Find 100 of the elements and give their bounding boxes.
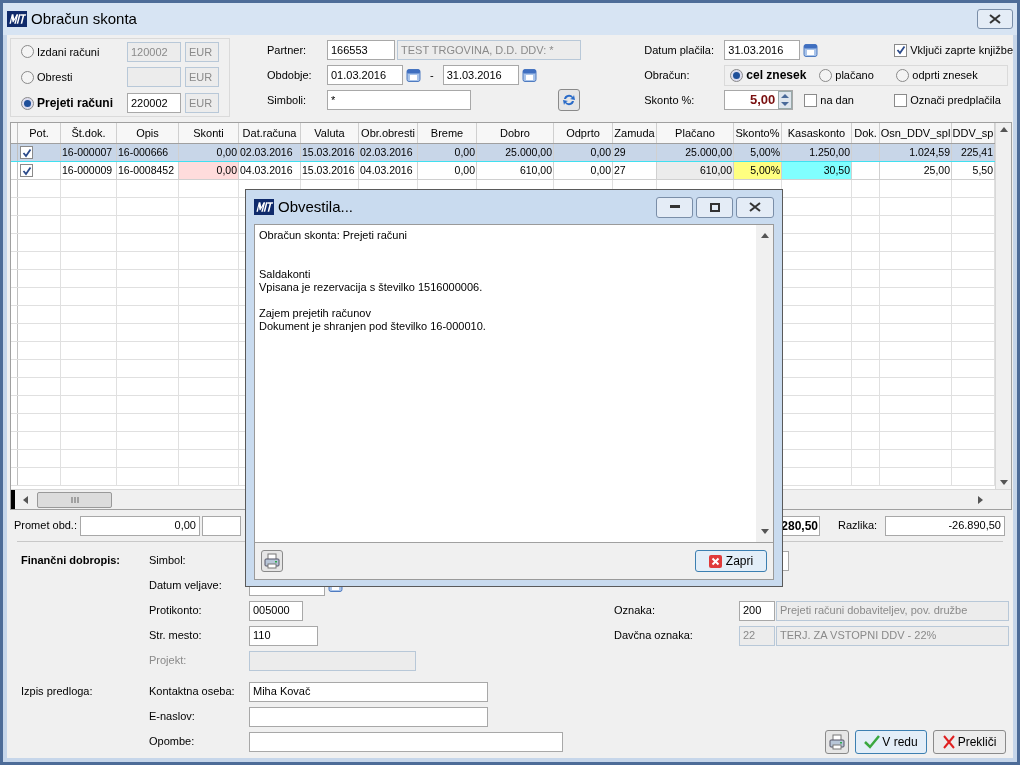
- field-label: Projekt:: [148, 653, 188, 669]
- table-cell: 29: [613, 144, 657, 161]
- partner-code-field[interactable]: 166553: [327, 40, 395, 60]
- scroll-down-icon[interactable]: [999, 480, 1008, 485]
- column-header[interactable]: Pot.: [18, 123, 61, 143]
- account-field[interactable]: 220002: [127, 93, 181, 114]
- table-cell: 0,00: [179, 162, 239, 179]
- field-label: Davčna oznaka:: [614, 628, 694, 644]
- cost-center-field[interactable]: 110: [249, 625, 318, 646]
- close-icon: [989, 14, 1001, 24]
- close-icon: [942, 734, 955, 749]
- checkbox[interactable]: [894, 93, 908, 107]
- print-button[interactable]: [825, 729, 849, 754]
- calendar-icon[interactable]: [803, 42, 819, 58]
- close-button[interactable]: [736, 196, 774, 218]
- scroll-down-icon[interactable]: [760, 529, 769, 534]
- table-row[interactable]: 16-000007 16-000666 0,00 02.03.2016 15.03.2016 02.03.2016 0,00 25.000,00 0,00 29 25.000,00 5,00% 1.250,00 1.024,59 225,41: [11, 144, 995, 162]
- column-header[interactable]: Št.dok.: [61, 123, 117, 143]
- radio-label: cel znesek: [746, 67, 807, 84]
- contact-field[interactable]: Miha Kovač: [249, 681, 488, 702]
- scroll-thumb[interactable]: [37, 491, 112, 508]
- radio-button[interactable]: [21, 96, 34, 110]
- column-header[interactable]: Dok.: [852, 123, 880, 143]
- calendar-icon[interactable]: [406, 67, 421, 83]
- dialog-title: Obvestila...: [278, 196, 354, 217]
- project-field[interactable]: [249, 650, 416, 671]
- table-cell: 15.03.2016: [301, 144, 359, 161]
- checkbox[interactable]: [20, 164, 33, 177]
- total-field[interactable]: 0,00: [80, 515, 200, 536]
- column-header[interactable]: Skonto%: [734, 123, 782, 143]
- checkbox-label: Vključi zaprte knjižbe: [910, 42, 1013, 58]
- field-label: Obdobje:: [267, 67, 313, 83]
- checkbox[interactable]: [894, 43, 908, 57]
- column-header[interactable]: Osn_DDV_spl: [880, 123, 952, 143]
- radio-button[interactable]: [819, 68, 833, 82]
- table-cell: 16-000009: [61, 162, 117, 179]
- column-header[interactable]: Zamuda: [613, 123, 657, 143]
- symbols-field[interactable]: *: [327, 90, 471, 110]
- radio-button[interactable]: [896, 68, 910, 82]
- email-field[interactable]: [249, 706, 488, 727]
- print-button[interactable]: [261, 550, 283, 572]
- checkbox[interactable]: [20, 146, 33, 159]
- radio-button[interactable]: [730, 68, 744, 82]
- ok-button[interactable]: V redu: [855, 729, 927, 754]
- date-field[interactable]: 31.03.2016: [442, 65, 519, 85]
- discount-spinner[interactable]: 5,00: [724, 90, 794, 110]
- column-header[interactable]: Obr.obresti: [359, 123, 418, 143]
- separator-text: -: [430, 67, 434, 83]
- close-icon: [749, 202, 761, 212]
- field-label: Obračun:: [644, 67, 691, 83]
- column-header[interactable]: Dat.računa: [239, 123, 301, 143]
- column-header[interactable]: Valuta: [301, 123, 359, 143]
- scroll-up-icon[interactable]: [999, 127, 1008, 132]
- vertical-scrollbar[interactable]: [756, 225, 773, 542]
- total-field[interactable]: [202, 515, 241, 536]
- printer-icon: [829, 733, 845, 750]
- difference-field[interactable]: -26.890,50: [885, 515, 1005, 536]
- column-header[interactable]: Odprto: [554, 123, 613, 143]
- close-dialog-button[interactable]: Zapri: [695, 550, 767, 572]
- window-title: Obračun skonta: [31, 8, 137, 29]
- date-field[interactable]: 31.03.2016: [724, 40, 801, 60]
- field-label: Oznaka:: [614, 603, 656, 619]
- column-header[interactable]: Skonti: [179, 123, 239, 143]
- section-title: Finančni dobropis:: [21, 553, 121, 569]
- scroll-right-icon[interactable]: [978, 495, 983, 504]
- table-row[interactable]: 16-000009 16-0008452 0,00 04.03.2016 15.03.2016 04.03.2016 0,00 610,00 0,00 27 610,00 5,00% 30,50 25,00 5,50: [11, 162, 995, 180]
- cancel-button[interactable]: Prekliči: [933, 729, 1006, 754]
- table-cell: 0,00: [554, 162, 613, 179]
- date-field[interactable]: 01.03.2016: [327, 65, 403, 85]
- radio-button[interactable]: [21, 71, 34, 84]
- column-header[interactable]: Opis: [117, 123, 179, 143]
- notes-field[interactable]: [249, 731, 563, 752]
- minimize-button[interactable]: [656, 196, 693, 218]
- table-cell: 0,00: [554, 144, 613, 161]
- table-cell: 0,00: [418, 162, 477, 179]
- account-field[interactable]: [127, 67, 181, 88]
- close-button[interactable]: [977, 9, 1013, 29]
- scroll-up-icon[interactable]: [760, 233, 769, 238]
- radio-label: Izdani računi: [37, 44, 101, 60]
- calendar-icon[interactable]: [521, 67, 537, 83]
- vertical-scrollbar[interactable]: [995, 123, 1011, 489]
- contra-account-field[interactable]: 005000: [249, 600, 303, 621]
- maximize-button[interactable]: [696, 196, 733, 218]
- field-label: Protikonto:: [148, 603, 203, 619]
- code-field[interactable]: 200: [739, 600, 775, 621]
- radio-label: plačano: [835, 67, 874, 83]
- column-header[interactable]: Kasaskonto: [782, 123, 852, 143]
- column-header[interactable]: Plačano: [657, 123, 734, 143]
- refresh-button[interactable]: [558, 89, 580, 111]
- scroll-left-icon[interactable]: [23, 495, 28, 504]
- column-header[interactable]: Breme: [418, 123, 477, 143]
- app-logo: [254, 199, 274, 215]
- radio-button[interactable]: [21, 45, 34, 59]
- checkbox[interactable]: [804, 93, 818, 107]
- field-label: Opombe:: [148, 734, 196, 750]
- field-label: Promet obd.:: [14, 518, 78, 534]
- spinner-arrows-icon[interactable]: [778, 91, 793, 109]
- refresh-icon: [562, 93, 576, 107]
- spinner-value: 5,00: [749, 91, 777, 110]
- column-header[interactable]: Dobro: [477, 123, 554, 143]
